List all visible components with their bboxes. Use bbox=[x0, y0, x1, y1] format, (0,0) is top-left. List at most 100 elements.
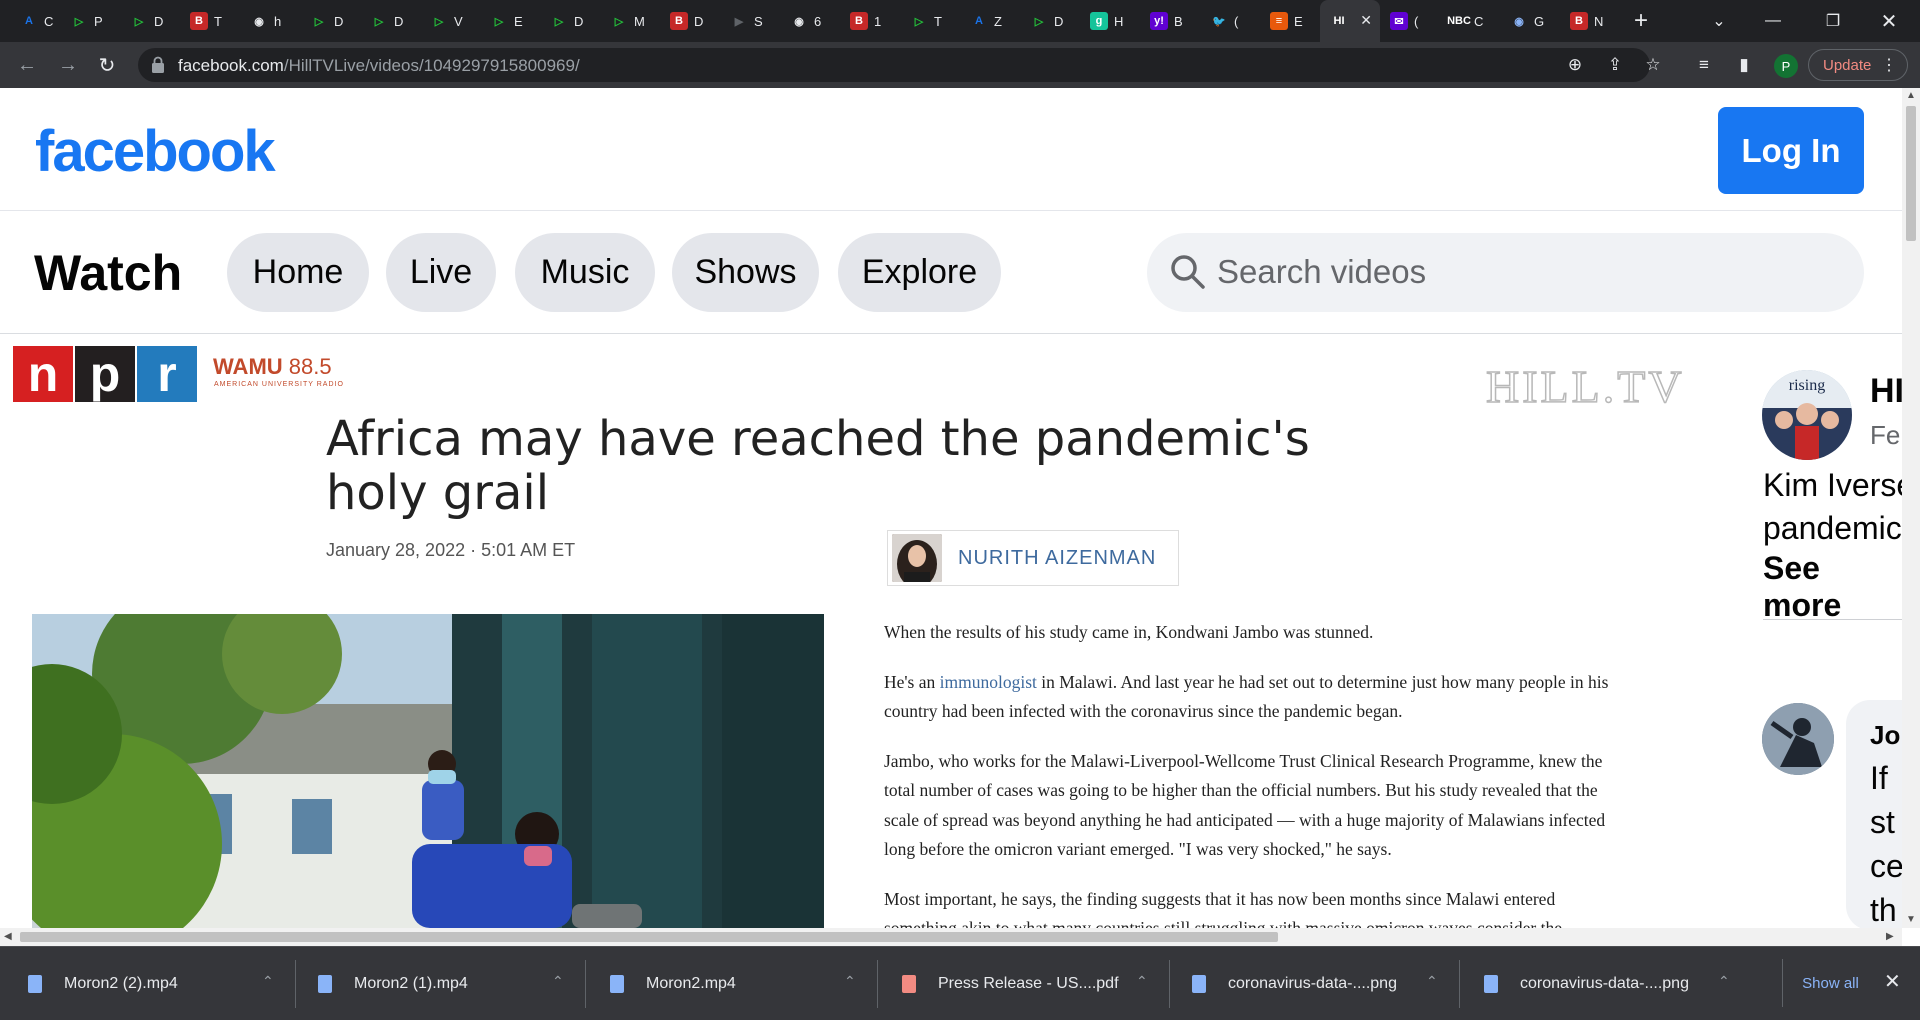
browser-tab[interactable]: BD bbox=[660, 0, 720, 42]
browser-tab[interactable]: NBC C bbox=[1440, 0, 1500, 42]
chevron-up-icon[interactable]: ⌃ bbox=[844, 973, 856, 990]
browser-tab[interactable]: 🐦( bbox=[1200, 0, 1260, 42]
file-icon bbox=[610, 975, 624, 993]
vertical-scrollbar[interactable]: ▲ ▼ bbox=[1902, 88, 1920, 928]
browser-tab[interactable]: ▷ V bbox=[420, 0, 480, 42]
nav-music[interactable]: Music bbox=[515, 233, 655, 312]
media-queue-icon[interactable]: ≡ bbox=[1692, 53, 1716, 77]
search-videos-input[interactable]: Search videos bbox=[1147, 233, 1864, 312]
close-window-icon[interactable]: ✕ bbox=[1866, 0, 1912, 42]
chevron-up-icon[interactable]: ⌃ bbox=[552, 973, 564, 990]
forward-icon[interactable]: → bbox=[54, 51, 82, 79]
browser-tab[interactable]: ▷ D bbox=[540, 0, 600, 42]
download-item[interactable]: Press Release - US....pdf ⌃ bbox=[902, 947, 1172, 1020]
menu-dots-icon[interactable]: ⋮ bbox=[1881, 55, 1897, 75]
browser-tab[interactable]: ▷ M bbox=[600, 0, 660, 42]
browser-tab[interactable]: y! B bbox=[1140, 0, 1200, 42]
minimize-icon[interactable]: — bbox=[1750, 0, 1796, 42]
address-bar[interactable]: facebook.com/HillTVLive/videos/104929791… bbox=[138, 48, 1650, 82]
file-icon bbox=[1192, 975, 1206, 993]
browser-tab[interactable]: B1 bbox=[840, 0, 900, 42]
tab-favicon-icon: ◉ bbox=[254, 15, 264, 28]
download-item[interactable]: Moron2 (2).mp4 ⌃ bbox=[28, 947, 298, 1020]
scroll-up-arrow[interactable]: ▲ bbox=[1906, 90, 1916, 101]
tab-title: M bbox=[634, 13, 645, 29]
browser-tab[interactable]: ▷ T bbox=[900, 0, 960, 42]
tab-favicon-icon: B bbox=[850, 12, 868, 30]
nav-home[interactable]: Home bbox=[227, 233, 369, 312]
download-item[interactable]: coronavirus-data-....png ⌃ bbox=[1192, 947, 1462, 1020]
chevron-up-icon[interactable]: ⌃ bbox=[262, 973, 274, 990]
comment-author[interactable]: Jo bbox=[1870, 720, 1900, 751]
profile-avatar[interactable]: P bbox=[1774, 54, 1798, 78]
article-headline: Africa may have reached the pandemic's h… bbox=[326, 411, 1310, 521]
browser-tab[interactable]: ◉ G bbox=[1500, 0, 1560, 42]
tab-title: B bbox=[1174, 13, 1183, 29]
article-dateline: January 28, 2022 · 5:01 AM ET bbox=[326, 540, 576, 560]
horizontal-scroll-thumb[interactable] bbox=[20, 932, 1278, 942]
scroll-left-arrow[interactable]: ◀ bbox=[4, 931, 12, 942]
tab-search-icon[interactable]: ⌄ bbox=[1696, 0, 1742, 42]
browser-tab[interactable]: ▷ P bbox=[60, 0, 120, 42]
see-more-link[interactable]: See more bbox=[1763, 550, 1902, 624]
browser-tab[interactable]: ✉( bbox=[1380, 0, 1440, 42]
browser-tab[interactable]: BN bbox=[1560, 0, 1620, 42]
download-shelf: Moron2 (2).mp4 ⌃ Moron2 (1).mp4 ⌃ Moron2.mp4… bbox=[0, 946, 1920, 1020]
browser-tab[interactable]: ◉ 6 bbox=[780, 0, 840, 42]
commenter-avatar[interactable] bbox=[1762, 703, 1834, 775]
nav-explore[interactable]: Explore bbox=[838, 233, 1001, 312]
download-filename: Moron2 (1).mp4 bbox=[354, 975, 468, 992]
nav-shows[interactable]: Shows bbox=[672, 233, 819, 312]
update-button[interactable]: Update ⋮ bbox=[1808, 49, 1908, 81]
tab-favicon-icon: ▷ bbox=[1034, 15, 1044, 28]
browser-tab[interactable]: ▶ S bbox=[720, 0, 780, 42]
reload-icon[interactable]: ↻ bbox=[93, 51, 121, 79]
tab-title: D bbox=[394, 13, 404, 29]
browser-tab[interactable]: AC bbox=[0, 0, 60, 42]
chevron-up-icon[interactable]: ⌃ bbox=[1718, 973, 1730, 990]
tab-title: 1 bbox=[874, 13, 882, 29]
restore-icon[interactable]: ❐ bbox=[1810, 0, 1856, 42]
browser-tab[interactable]: ◉ h bbox=[240, 0, 300, 42]
video-player[interactable]: n p r WAMU 88.5 AMERICAN UNIVERSITY RADI… bbox=[0, 334, 1902, 928]
browser-tab[interactable]: HI ✕ bbox=[1320, 0, 1380, 42]
browser-tab[interactable]: gH bbox=[1080, 0, 1140, 42]
browser-tab[interactable]: ▷ D bbox=[1020, 0, 1080, 42]
download-item[interactable]: Moron2.mp4 ⌃ bbox=[610, 947, 880, 1020]
new-tab-button[interactable]: + bbox=[1634, 7, 1648, 35]
lock-icon bbox=[152, 56, 164, 73]
scroll-down-arrow[interactable]: ▼ bbox=[1906, 914, 1916, 925]
browser-tab[interactable]: ≡ E bbox=[1260, 0, 1320, 42]
share-icon[interactable]: ⇪ bbox=[1603, 53, 1627, 77]
tab-title: P bbox=[94, 13, 103, 29]
download-item[interactable]: coronavirus-data-....png ⌃ bbox=[1484, 947, 1754, 1020]
close-download-shelf-icon[interactable]: ✕ bbox=[1884, 969, 1901, 994]
show-all-downloads-button[interactable]: Show all bbox=[1782, 959, 1878, 1007]
chevron-up-icon[interactable]: ⌃ bbox=[1136, 973, 1148, 990]
download-item[interactable]: Moron2 (1).mp4 ⌃ bbox=[318, 947, 588, 1020]
scroll-right-arrow[interactable]: ▶ bbox=[1886, 931, 1894, 942]
close-tab-icon[interactable]: ✕ bbox=[1360, 12, 1372, 29]
tab-title: T bbox=[214, 13, 222, 29]
browser-tab[interactable]: ▷ D bbox=[120, 0, 180, 42]
tab-favicon-icon: ▷ bbox=[614, 15, 624, 28]
nav-live[interactable]: Live bbox=[386, 233, 496, 312]
horizontal-scrollbar[interactable]: ◀ ▶ bbox=[0, 928, 1902, 946]
page-avatar[interactable]: rising bbox=[1762, 370, 1852, 460]
chevron-up-icon[interactable]: ⌃ bbox=[1426, 973, 1438, 990]
browser-tab[interactable]: ▷ D bbox=[300, 0, 360, 42]
page-name[interactable]: HI bbox=[1870, 372, 1902, 411]
side-panel-icon[interactable]: ▮ bbox=[1732, 53, 1756, 77]
browser-tab[interactable]: AZ bbox=[960, 0, 1020, 42]
bookmark-star-icon[interactable]: ☆ bbox=[1641, 53, 1665, 77]
login-button[interactable]: Log In bbox=[1718, 107, 1864, 194]
back-icon[interactable]: ← bbox=[13, 51, 41, 79]
zoom-icon[interactable]: ⊕ bbox=[1563, 53, 1587, 77]
tab-favicon-icon: ▷ bbox=[134, 15, 144, 28]
browser-tab[interactable]: ▷ D bbox=[360, 0, 420, 42]
hilltv-watermark: HILL.TV bbox=[1485, 360, 1685, 413]
facebook-logo[interactable]: facebook bbox=[35, 118, 276, 185]
browser-tab[interactable]: BT bbox=[180, 0, 240, 42]
vertical-scroll-thumb[interactable] bbox=[1906, 106, 1916, 241]
browser-tab[interactable]: ▷ E bbox=[480, 0, 540, 42]
